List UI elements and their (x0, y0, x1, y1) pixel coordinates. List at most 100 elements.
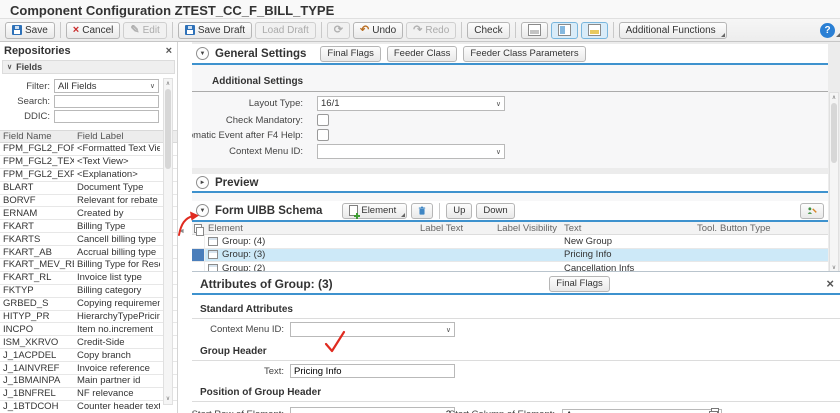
check-button[interactable]: Check (467, 21, 510, 39)
feeder-class-button[interactable]: Feeder Class (386, 45, 458, 62)
final-flags-button[interactable]: Final Flags (549, 275, 610, 292)
column-label-visibility: Label Visibility (497, 222, 558, 234)
save-button[interactable]: Save (5, 21, 55, 39)
main-toolbar: Save × Cancel ✎ Edit Save Draft Load Dra… (0, 18, 840, 42)
section-expand-icon[interactable]: ▼ (196, 204, 209, 217)
check-mandatory-checkbox[interactable] (317, 114, 329, 126)
personalize-button[interactable] (800, 202, 824, 219)
field-row[interactable]: FKARTS Cancell billing type (0, 233, 177, 247)
field-label-cell: Copy branch (77, 349, 131, 361)
field-row[interactable]: FKART_RL Invoice list type (0, 272, 177, 285)
close-panel-icon[interactable]: × (166, 45, 172, 57)
fields-section-toggle[interactable]: ∨ Fields (2, 60, 175, 74)
final-flags-button[interactable]: Final Flags (320, 45, 381, 62)
close-attributes-icon[interactable]: × (826, 277, 834, 290)
field-label-cell: HierarchyTypePricing (77, 311, 160, 323)
additional-functions-button[interactable]: Additional Functions (618, 21, 727, 39)
field-row[interactable]: BORVF Relevant for rebate (0, 195, 177, 208)
context-menu-dropdown[interactable]: ∨ (317, 144, 505, 159)
field-row[interactable]: J_1ACPDEL Copy branch (0, 349, 177, 363)
schema-row[interactable]: Group: (3) Pricing Info (192, 248, 828, 262)
field-row[interactable]: J_1BMAINPA Main partner id (0, 375, 177, 388)
group-icon (208, 236, 218, 246)
field-name-cell: J_1AINVREF (3, 362, 60, 374)
field-row[interactable]: FKART_AB Accrual billing type (0, 246, 177, 260)
scroll-thumb[interactable] (165, 89, 171, 169)
collapse-panel-icon[interactable]: ◄ (178, 228, 185, 235)
move-down-button[interactable]: Down (476, 202, 515, 219)
filter-dropdown[interactable]: All Fields ∨ (54, 79, 159, 93)
section-expand-icon[interactable]: ▼ (196, 47, 209, 60)
load-draft-button[interactable]: Load Draft (255, 21, 316, 39)
field-row[interactable]: FPM_FGL2_TEXT_VIEW <Text View> (0, 156, 177, 169)
field-row[interactable]: GRBED_S Copying requirements (0, 298, 177, 311)
scroll-down-icon[interactable]: ∨ (166, 394, 170, 404)
cancel-button[interactable]: × Cancel (65, 21, 121, 39)
repositories-title: Repositories (4, 45, 71, 57)
field-name-cell: J_1BTDCOH (3, 401, 59, 413)
ddic-label: DDIC: (24, 111, 50, 122)
field-row[interactable]: J_1BNFREL NF relevance (0, 388, 177, 401)
layout-type-dropdown[interactable]: 16/1 ∨ (317, 96, 505, 111)
context-menu-label: Context Menu ID: (210, 324, 284, 335)
field-name-cell: BLART (3, 182, 34, 194)
no-auto-event-checkbox[interactable] (317, 129, 329, 141)
context-menu-dropdown[interactable]: ∨ (290, 322, 455, 337)
layout-single-pane-button[interactable] (520, 21, 548, 39)
editor-scrollbar[interactable]: ∧ ∨ (829, 92, 839, 274)
repositories-header: Repositories × (0, 42, 177, 60)
chevron-down-icon: ∨ (149, 83, 155, 90)
move-up-button[interactable]: Up (446, 202, 473, 219)
scroll-up-icon[interactable]: ∧ (166, 79, 170, 89)
fields-filter-form: Filter: All Fields ∨ Search: DDIC: (0, 74, 177, 127)
field-row[interactable]: FKART_MEV_RESET Billing Type for Reset (0, 259, 177, 272)
start-column-input[interactable] (562, 408, 722, 413)
refresh-button[interactable]: ⟳ (326, 21, 350, 39)
field-row[interactable]: FKART Billing Type (0, 220, 177, 234)
feeder-class-parameters-button[interactable]: Feeder Class Parameters (463, 45, 586, 62)
save-draft-button[interactable]: Save Draft (177, 21, 253, 39)
section-expand-icon[interactable]: ► (196, 176, 209, 189)
redo-button[interactable]: ↷ Redo (406, 21, 457, 39)
toolbar-separator (461, 22, 463, 38)
field-row[interactable]: FPM_FGL2_FORMATED_... <Formatted Text Vi… (0, 143, 177, 156)
help-button[interactable]: ? (820, 22, 840, 38)
trash-icon (418, 206, 426, 215)
scroll-thumb[interactable] (831, 103, 837, 163)
field-row[interactable]: FKTYP Billing category (0, 285, 177, 298)
field-row[interactable]: J_1BTDCOH Counter header text (0, 401, 177, 413)
field-name-cell: FPM_FGL2_FORMATED_... (3, 143, 74, 155)
group-text-input[interactable] (290, 364, 455, 378)
field-label-cell: Invoice list type (77, 272, 142, 284)
field-row[interactable]: J_1AINVREF Invoice reference (0, 362, 177, 376)
field-row[interactable]: ERNAM Created by (0, 207, 177, 221)
field-row[interactable]: FPM_FGL2_EXPLANATION <Explanation> (0, 169, 177, 182)
value-help-icon[interactable] (709, 408, 719, 413)
schema-row[interactable]: Group: (4) New Group (192, 235, 828, 249)
row-selector-cell[interactable] (192, 248, 205, 261)
field-name-cell: ERNAM (3, 207, 38, 219)
field-label-cell: Billing Type (77, 220, 126, 232)
field-name-cell: GRBED_S (3, 298, 49, 310)
add-element-button[interactable]: Element (342, 202, 408, 219)
delete-element-button[interactable] (411, 202, 434, 219)
field-row[interactable]: HITYP_PR HierarchyTypePricing (0, 311, 177, 324)
field-row[interactable]: INCPO Item no.increment (0, 323, 177, 337)
scroll-up-icon[interactable]: ∧ (832, 93, 836, 103)
fields-scrollbar[interactable]: ∧ ∨ (163, 78, 173, 405)
layout-left-pane-button[interactable] (550, 21, 578, 39)
undo-button[interactable]: ↶ Undo (353, 21, 404, 39)
field-name-cell: HITYP_PR (3, 311, 50, 323)
field-name-cell: J_1BNFREL (3, 388, 56, 400)
layout-bottom-pane-button[interactable] (580, 21, 608, 39)
ddic-input[interactable] (54, 110, 159, 123)
start-row-input[interactable] (290, 407, 455, 413)
field-row[interactable]: ISM_XKRVO Credit-Side (0, 336, 177, 350)
search-input[interactable] (54, 95, 159, 108)
edit-button[interactable]: ✎ Edit (123, 21, 167, 39)
column-field-name: Field Name (3, 131, 52, 142)
row-selector-cell[interactable] (192, 235, 205, 248)
no-auto-event-label: No Automatic Event after F4 Help: (192, 129, 303, 141)
field-label-cell: Copying requirements (77, 298, 160, 310)
field-row[interactable]: BLART Document Type (0, 182, 177, 195)
